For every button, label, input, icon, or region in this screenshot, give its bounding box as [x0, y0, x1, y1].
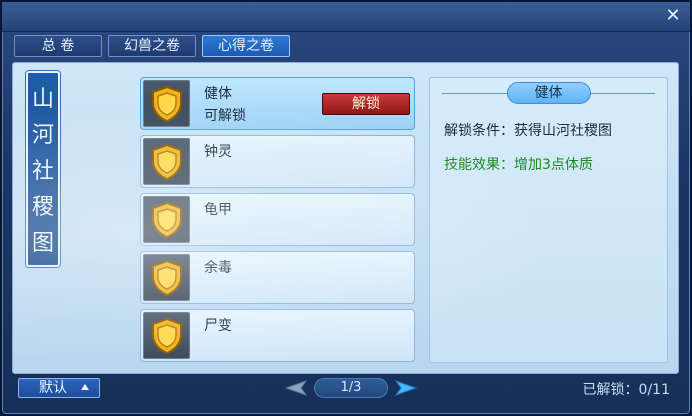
skill-row-jianti[interactable]: 健体 可解锁 解锁 [140, 77, 415, 130]
shield-icon [143, 196, 190, 243]
title-bar[interactable] [2, 2, 690, 32]
tab-bar: 总 卷 幻兽之卷 心得之卷 [14, 35, 290, 57]
skill-detail-panel: 健体 解锁条件：获得山河社稷图 技能效果：增加3点体质 [429, 77, 668, 363]
skill-row-yudu[interactable]: 余毒 [140, 251, 415, 304]
map-banner: 山 河 社 稷 图 [26, 71, 60, 267]
unlocked-value: 0/11 [638, 382, 670, 398]
divider [442, 93, 514, 94]
bottom-bar: 默认 1/3 已解锁：0/11 [2, 376, 690, 400]
unlocked-count: 已解锁：0/11 [583, 379, 670, 399]
banner-char: 山 [31, 87, 54, 112]
shield-icon [143, 80, 190, 127]
skill-name: 钟灵 [204, 144, 232, 160]
banner-char: 图 [31, 231, 54, 256]
page-indicator: 1/3 [314, 378, 388, 398]
divider [583, 93, 655, 94]
skill-name: 余毒 [204, 260, 232, 276]
banner-char: 社 [31, 159, 54, 184]
pager: 1/3 [282, 376, 422, 400]
skill-name: 尸变 [204, 318, 232, 334]
close-button[interactable]: ✕ [662, 6, 684, 26]
shield-icon [143, 254, 190, 301]
shield-icon [143, 312, 190, 359]
close-icon: ✕ [665, 5, 681, 26]
detail-title: 健体 [506, 82, 591, 104]
main-panel: 山 河 社 稷 图 健体 可解锁 解锁 钟灵 龟甲 余毒 尸变 健体 解锁条件：… [12, 62, 679, 374]
skill-effect: 技能效果：增加3点体质 [444, 157, 593, 173]
detail-header: 健体 [430, 82, 667, 106]
prev-page-button[interactable] [282, 378, 308, 402]
arrow-right-icon [394, 380, 418, 396]
unlock-condition: 解锁条件：获得山河社稷图 [444, 123, 612, 139]
unlocked-label: 已解锁： [582, 382, 639, 398]
tab-general[interactable]: 总 卷 [14, 35, 102, 57]
skill-row-shibian[interactable]: 尸变 [140, 309, 415, 362]
skill-name: 龟甲 [204, 202, 232, 218]
skill-name: 健体 [204, 86, 232, 102]
triangle-up-icon [81, 384, 89, 390]
banner-char: 河 [31, 123, 54, 148]
tab-insight[interactable]: 心得之卷 [202, 35, 290, 57]
skill-row-zhongling[interactable]: 钟灵 [140, 135, 415, 188]
banner-char: 稷 [31, 195, 54, 220]
skill-window: ✕ 总 卷 幻兽之卷 心得之卷 山 河 社 稷 图 健体 可解锁 解锁 钟灵 龟… [0, 0, 692, 416]
default-label: 默认 [39, 380, 67, 396]
next-page-button[interactable] [394, 378, 420, 402]
skill-row-guijia[interactable]: 龟甲 [140, 193, 415, 246]
unlock-button[interactable]: 解锁 [322, 93, 410, 115]
shield-icon [143, 138, 190, 185]
arrow-left-icon [284, 380, 308, 396]
skill-list: 健体 可解锁 解锁 钟灵 龟甲 余毒 尸变 [140, 77, 415, 367]
skill-status: 可解锁 [204, 108, 246, 124]
default-sort-button[interactable]: 默认 [18, 378, 100, 398]
tab-beast[interactable]: 幻兽之卷 [108, 35, 196, 57]
